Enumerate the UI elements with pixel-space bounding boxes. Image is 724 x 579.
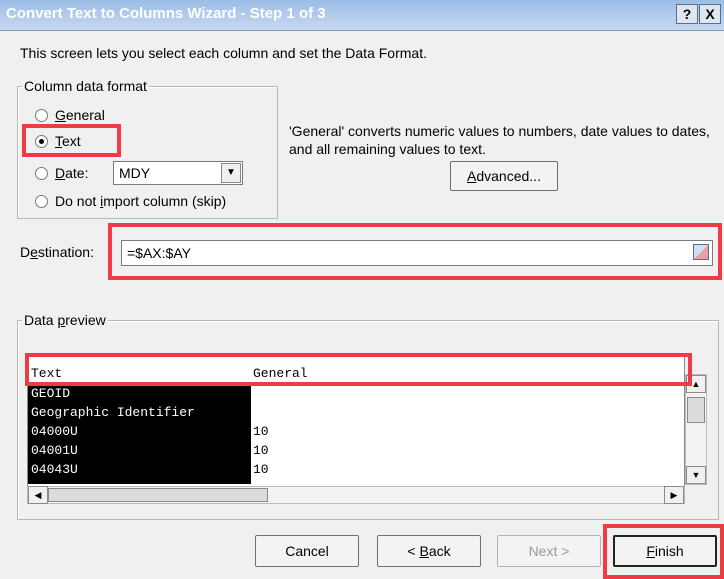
- scroll-thumb[interactable]: [48, 488, 268, 502]
- destination-value: =$AX:$AY: [127, 245, 191, 261]
- radio-general-icon: [35, 108, 48, 122]
- cancel-button[interactable]: Cancel: [255, 535, 359, 567]
- radio-date[interactable]: Date:: [35, 165, 88, 181]
- intro-text: This screen lets you select each column …: [20, 45, 427, 61]
- preview-cell: 10: [253, 462, 269, 477]
- finish-button[interactable]: Finish: [613, 535, 717, 567]
- preview-cell: GEOID: [31, 386, 71, 401]
- preview-cell: 04001U: [31, 443, 78, 458]
- preview-cell: 10: [253, 424, 269, 439]
- radio-skip[interactable]: Do not import column (skip): [35, 193, 226, 209]
- radio-general-label: General: [55, 107, 105, 123]
- format-description: 'General' converts numeric values to num…: [289, 123, 710, 157]
- preview-header-row: Text General: [28, 364, 684, 383]
- collapse-dialog-icon[interactable]: [693, 244, 709, 260]
- preview-cell: Geographic Identifier: [31, 405, 195, 420]
- destination-label: Destination:: [20, 244, 94, 260]
- radio-general[interactable]: General: [35, 107, 105, 123]
- title-bar: Convert Text to Columns Wizard - Step 1 …: [0, 0, 724, 31]
- radio-text[interactable]: Text: [35, 133, 81, 149]
- column-format-legend: Column data format: [24, 78, 147, 94]
- scroll-up-icon[interactable]: ▲: [686, 375, 706, 393]
- column-header-general[interactable]: General: [253, 366, 308, 381]
- radio-skip-icon: [35, 194, 48, 208]
- scroll-right-icon[interactable]: ▶: [664, 486, 684, 504]
- radio-date-label: Date:: [55, 165, 89, 181]
- close-button[interactable]: X: [699, 4, 721, 24]
- window-title: Convert Text to Columns Wizard - Step 1 …: [6, 5, 326, 22]
- date-format-value: MDY: [119, 165, 151, 181]
- chevron-down-icon[interactable]: ▼: [221, 163, 241, 183]
- preview-cell: 04000U: [31, 424, 78, 439]
- scroll-down-icon[interactable]: ▼: [686, 466, 706, 484]
- radio-text-label: Text: [55, 133, 81, 149]
- radio-date-icon: [35, 166, 48, 180]
- advanced-button[interactable]: Advanced...: [450, 161, 558, 191]
- column-header-text[interactable]: Text: [31, 366, 62, 381]
- preview-vertical-scrollbar[interactable]: ▲ ▼: [685, 374, 707, 485]
- date-format-select[interactable]: MDY ▼: [113, 161, 243, 185]
- back-button[interactable]: < Back: [377, 535, 481, 567]
- scroll-thumb[interactable]: [687, 397, 705, 423]
- preview-horizontal-scrollbar[interactable]: ◀ ▶: [27, 486, 685, 504]
- help-button[interactable]: ?: [676, 4, 698, 24]
- data-preview-legend: Data preview: [24, 312, 106, 328]
- next-button[interactable]: Next >: [497, 535, 601, 567]
- radio-skip-label: Do not import column (skip): [55, 193, 227, 209]
- data-preview-grid[interactable]: Text General GEOID Geographic Identifier…: [27, 356, 685, 504]
- preview-cell: 10: [253, 443, 269, 458]
- destination-input[interactable]: =$AX:$AY: [121, 240, 713, 266]
- scroll-left-icon[interactable]: ◀: [28, 486, 48, 504]
- radio-text-selected-icon: [35, 134, 48, 148]
- preview-cell: 04043U: [31, 462, 78, 477]
